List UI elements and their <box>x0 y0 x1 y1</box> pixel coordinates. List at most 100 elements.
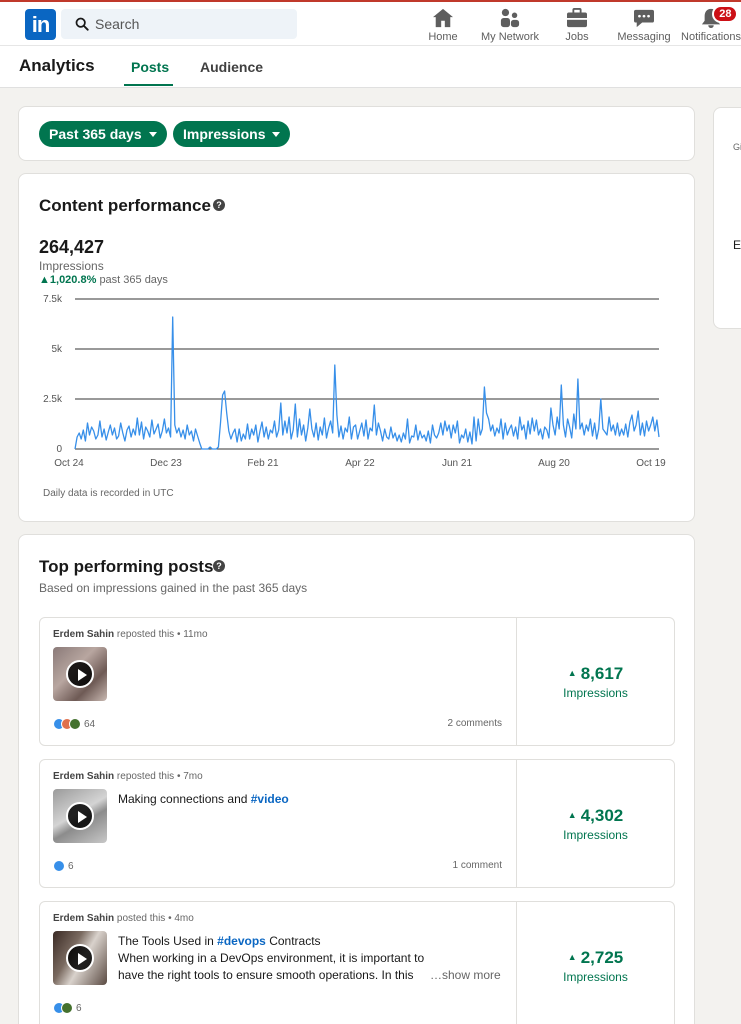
post-impressions-label: Impressions <box>563 828 628 842</box>
briefcase-icon <box>567 8 587 28</box>
nav-home[interactable]: Home <box>424 8 462 46</box>
x-tick-label: Jun 21 <box>442 458 472 469</box>
post-comments[interactable]: 1 comment <box>453 860 502 871</box>
celebrate-reaction-icon <box>61 1002 73 1014</box>
period-filter-label: Past 365 days <box>49 126 142 142</box>
messaging-icon <box>634 9 654 28</box>
post-author[interactable]: Erdem Sahin <box>53 629 114 640</box>
top-posts-subtitle: Based on impressions gained in the past … <box>39 581 308 595</box>
post-hashtag[interactable]: #devops <box>217 934 266 948</box>
post-row[interactable]: Erdem Sahin reposted this • 11mo 64 2 co… <box>39 617 675 746</box>
post-action: reposted this • 7mo <box>116 771 203 782</box>
nav-jobs-label: Jobs <box>565 31 589 43</box>
nav-messaging[interactable]: Messaging <box>617 8 671 46</box>
post-text-body: Making connections and <box>118 792 251 806</box>
x-tick-label: Apr 22 <box>345 458 375 469</box>
linkedin-logo[interactable]: in <box>25 9 56 40</box>
post-row[interactable]: Erdem Sahin posted this • 4mo The Tools … <box>39 901 675 1024</box>
impressions-total: 264,427 <box>39 237 105 257</box>
post-author[interactable]: Erdem Sahin <box>53 913 114 924</box>
like-reaction-icon <box>53 860 65 872</box>
post-impressions-label: Impressions <box>563 970 628 984</box>
side-card-text: Gi <box>733 142 741 152</box>
impressions-change: ▲1,020.8% past 365 days <box>39 274 168 286</box>
trend-up-icon: ▲ <box>567 667 577 678</box>
nav-notifications[interactable]: 28 Notifications <box>680 5 741 46</box>
analytics-title: Analytics <box>19 56 95 75</box>
nav-my-network[interactable]: My Network <box>479 8 541 46</box>
content-performance-title: Content performance <box>39 196 211 215</box>
filter-card: Past 365 days Impressions <box>18 106 695 161</box>
post-video-thumbnail[interactable] <box>53 931 107 985</box>
post-comments[interactable]: 2 comments <box>448 718 502 729</box>
home-icon <box>433 8 453 28</box>
nav-notifications-label: Notifications <box>681 31 741 43</box>
play-icon <box>66 660 94 688</box>
post-reactions[interactable]: 6 <box>53 860 74 874</box>
post-meta: Erdem Sahin posted this • 4mo <box>53 913 194 924</box>
post-action: reposted this • 11mo <box>116 629 208 640</box>
nav-home-label: Home <box>428 31 458 43</box>
post-reactions[interactable]: 6 <box>53 1002 82 1016</box>
trend-up-icon: ▲ <box>567 809 577 820</box>
tab-audience[interactable]: Audience <box>200 59 263 75</box>
post-impressions-value: ▲ 4,302 <box>517 806 674 826</box>
x-tick-label: Oct 24 <box>54 458 84 469</box>
reaction-count: 64 <box>84 718 96 730</box>
x-tick-label: Aug 20 <box>538 458 570 469</box>
impressions-series-line <box>74 316 660 450</box>
trend-up-icon: ▲ <box>39 274 50 286</box>
chart-footnote: Daily data is recorded in UTC <box>43 488 174 499</box>
side-card-text: Er <box>733 238 741 252</box>
post-text-title: The Tools Used in <box>118 934 218 948</box>
post-text: Making connections and #video <box>118 791 508 808</box>
help-icon[interactable]: ? <box>213 560 225 572</box>
post-author[interactable]: Erdem Sahin <box>53 771 114 782</box>
celebrate-reaction-icon <box>69 718 81 730</box>
reaction-count: 6 <box>68 860 74 872</box>
post-impressions-number: 2,725 <box>580 948 624 967</box>
post-impressions-number: 8,617 <box>580 664 624 683</box>
tab-posts[interactable]: Posts <box>131 59 169 75</box>
post-reactions[interactable]: 64 <box>53 718 95 732</box>
nav-my-network-label: My Network <box>480 31 540 43</box>
caret-down-icon <box>272 131 281 137</box>
post-text-body: When working in a DevOps environment, it… <box>118 951 425 982</box>
metric-filter-button[interactable]: Impressions <box>173 121 291 147</box>
nav-messaging-label: Messaging <box>617 31 671 43</box>
post-video-thumbnail[interactable] <box>53 647 107 701</box>
post-hashtag[interactable]: #video <box>251 792 289 806</box>
x-tick-label: Dec 23 <box>150 458 182 469</box>
post-row[interactable]: Erdem Sahin reposted this • 7mo Making c… <box>39 759 675 888</box>
play-icon <box>66 802 94 830</box>
post-text-title-end: Contracts <box>265 934 321 948</box>
y-tick-label: 2.5k <box>43 394 63 405</box>
play-icon <box>66 944 94 972</box>
reaction-count: 6 <box>76 1002 82 1014</box>
period-filter-button[interactable]: Past 365 days <box>39 121 167 147</box>
tab-posts-underline <box>124 84 173 86</box>
post-video-thumbnail[interactable] <box>53 789 107 843</box>
nav-jobs[interactable]: Jobs <box>560 8 594 46</box>
post-text: The Tools Used in #devops Contracts When… <box>118 933 508 984</box>
post-action: posted this • 4mo <box>116 913 194 924</box>
y-tick-label: 7.5k <box>43 294 63 305</box>
search-icon <box>75 17 89 31</box>
help-icon[interactable]: ? <box>213 199 225 211</box>
analytics-tab-bar: Analytics Posts Audience <box>0 46 741 88</box>
show-more-link[interactable]: …show more <box>430 968 501 982</box>
post-meta: Erdem Sahin reposted this • 7mo <box>53 771 203 782</box>
search-input[interactable] <box>95 9 285 39</box>
y-tick-label: 0 <box>56 444 62 455</box>
caret-down-icon <box>148 131 157 137</box>
notifications-badge: 28 <box>712 5 739 23</box>
y-tick-label: 5k <box>51 344 63 355</box>
search-box[interactable] <box>61 9 297 39</box>
trend-up-icon: ▲ <box>567 951 577 962</box>
x-tick-label: Oct 19 <box>636 458 666 469</box>
top-posts-title: Top performing posts <box>39 557 214 576</box>
x-tick-label: Feb 21 <box>247 458 279 469</box>
post-meta: Erdem Sahin reposted this • 11mo <box>53 629 208 640</box>
post-impressions-number: 4,302 <box>580 806 624 825</box>
impressions-change-suffix: past 365 days <box>99 274 168 286</box>
